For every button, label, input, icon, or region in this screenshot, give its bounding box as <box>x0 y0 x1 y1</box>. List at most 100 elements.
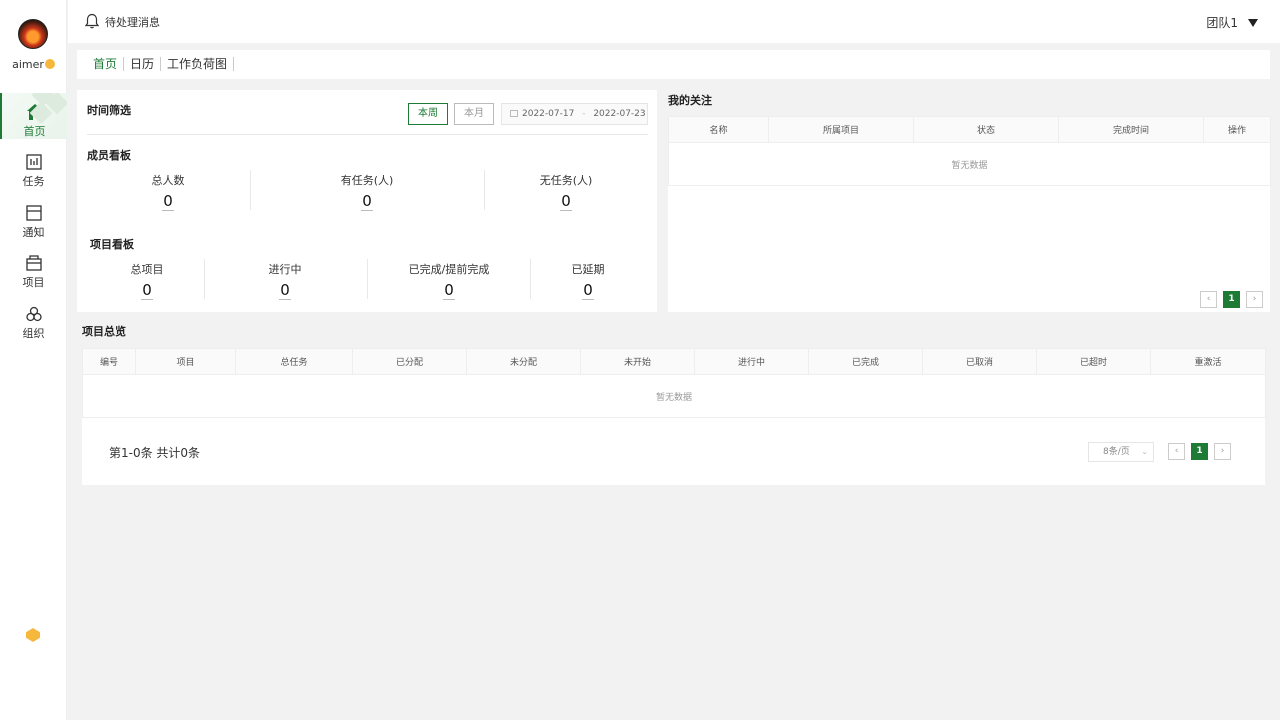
page-number-button[interactable]: 1 <box>1191 443 1208 460</box>
tab-home[interactable]: 首页 <box>87 57 125 71</box>
prev-page-button[interactable]: ‹ <box>1200 291 1217 308</box>
my-focus-table: 名称 所属项目 状态 完成时间 操作 暂无数据 <box>668 116 1271 186</box>
column-header: 操作 <box>1203 116 1271 143</box>
column-header: 未开始 <box>580 348 695 375</box>
date-range-picker[interactable]: 2022-07-17 - 2022-07-23 <box>501 103 648 125</box>
notification-icon <box>25 205 42 221</box>
date-start: 2022-07-17 <box>522 109 575 119</box>
time-filter-title: 时间筛选 <box>87 104 131 117</box>
divider <box>204 259 205 299</box>
username-text: aimer <box>12 58 44 71</box>
empty-state: 暂无数据 <box>668 142 1271 186</box>
sidebar: aimer 首页 任务 通知 项目 组织 <box>0 0 67 720</box>
my-focus-title: 我的关注 <box>668 94 712 107</box>
project-icon <box>25 255 42 271</box>
nav-decoration <box>27 93 67 123</box>
dashboard-panel: 时间筛选 本周 本月 2022-07-17 - 2022-07-23 成员看板 … <box>77 90 657 312</box>
stat-value[interactable]: 0 <box>162 192 174 211</box>
column-header: 名称 <box>668 116 769 143</box>
page-number-button[interactable]: 1 <box>1223 291 1240 308</box>
column-header: 总任务 <box>235 348 353 375</box>
avatar[interactable] <box>18 19 48 49</box>
stat-label: 已延期 <box>571 263 605 276</box>
stat-value[interactable]: 0 <box>361 192 373 211</box>
this-month-button[interactable]: 本月 <box>454 103 494 125</box>
divider <box>367 259 368 299</box>
divider <box>484 170 485 210</box>
team-name: 团队1 <box>1206 16 1238 30</box>
divider <box>530 259 531 299</box>
stat-label: 有任务(人) <box>340 174 394 187</box>
project-overview-panel: 编号 项目 总任务 已分配 未分配 未开始 进行中 已完成 已取消 已超时 重激… <box>82 348 1266 485</box>
chevron-down-icon: ⌄ <box>1141 447 1148 456</box>
column-header: 状态 <box>913 116 1059 143</box>
stat-in-progress: 进行中 0 <box>235 261 335 300</box>
project-board-title: 项目看板 <box>90 238 134 251</box>
top-bar: 待处理消息 团队1 <box>68 0 1280 43</box>
date-end: 2022-07-23 <box>593 109 646 119</box>
vip-badge-icon <box>44 59 55 69</box>
stat-label: 无任务(人) <box>539 174 593 187</box>
column-header: 未分配 <box>466 348 581 375</box>
caret-down-icon <box>1248 19 1258 27</box>
divider <box>87 134 648 135</box>
column-header: 进行中 <box>694 348 809 375</box>
premium-badge-icon[interactable] <box>26 628 40 642</box>
stat-value[interactable]: 0 <box>443 281 455 300</box>
column-header: 已取消 <box>922 348 1037 375</box>
stat-members-without-tasks: 无任务(人) 0 <box>516 172 616 211</box>
stat-label: 总项目 <box>130 263 164 276</box>
stat-value[interactable]: 0 <box>279 281 291 300</box>
page-tabs: 首页 日历 工作负荷图 <box>77 50 1270 79</box>
stat-label: 进行中 <box>268 263 302 276</box>
stat-delayed: 已延期 0 <box>538 261 638 300</box>
table-header-row: 编号 项目 总任务 已分配 未分配 未开始 进行中 已完成 已取消 已超时 重激… <box>82 348 1266 375</box>
pending-messages-link[interactable]: 待处理消息 <box>105 14 160 30</box>
divider <box>250 170 251 210</box>
nav-item-home[interactable]: 首页 <box>0 93 67 139</box>
stat-total-members: 总人数 0 <box>118 172 218 211</box>
column-header: 完成时间 <box>1058 116 1204 143</box>
stat-value[interactable]: 0 <box>582 281 594 300</box>
column-header: 项目 <box>135 348 236 375</box>
stat-label: 已完成/提前完成 <box>408 263 490 276</box>
stat-completed: 已完成/提前完成 0 <box>399 261 499 300</box>
tab-calendar[interactable]: 日历 <box>124 57 162 71</box>
nav-item-projects[interactable]: 项目 <box>0 251 67 297</box>
nav-label-tasks: 任务 <box>22 175 45 188</box>
pagination-total: 第1-0条 共计0条 <box>109 446 201 460</box>
column-header: 已完成 <box>808 348 923 375</box>
nav-label-organization: 组织 <box>22 327 45 340</box>
project-overview-title: 项目总览 <box>82 325 126 338</box>
next-page-button[interactable]: › <box>1214 443 1231 460</box>
team-selector[interactable]: 团队1 <box>1206 14 1258 31</box>
stat-members-with-tasks: 有任务(人) 0 <box>317 172 417 211</box>
column-header: 重激活 <box>1150 348 1266 375</box>
column-header: 已分配 <box>352 348 467 375</box>
column-header: 编号 <box>82 348 136 375</box>
organization-icon <box>25 306 42 322</box>
nav-item-tasks[interactable]: 任务 <box>0 150 67 196</box>
column-header: 已超时 <box>1036 348 1151 375</box>
task-icon <box>25 154 42 170</box>
stat-label: 总人数 <box>151 174 185 187</box>
nav-label-projects: 项目 <box>22 276 45 289</box>
username: aimer <box>0 58 67 71</box>
nav-label-notifications: 通知 <box>22 226 45 239</box>
bell-icon[interactable] <box>84 13 100 29</box>
table-header-row: 名称 所属项目 状态 完成时间 操作 <box>668 116 1271 143</box>
next-page-button[interactable]: › <box>1246 291 1263 308</box>
project-overview-table: 编号 项目 总任务 已分配 未分配 未开始 进行中 已完成 已取消 已超时 重激… <box>82 348 1266 418</box>
page-size-value: 8条/页 <box>1103 447 1130 457</box>
page-size-select[interactable]: 8条/页 ⌄ <box>1088 442 1154 462</box>
nav-label-home: 首页 <box>23 125 46 138</box>
my-focus-panel: 名称 所属项目 状态 完成时间 操作 暂无数据 ‹ 1 › <box>668 116 1271 312</box>
stat-total-projects: 总项目 0 <box>97 261 197 300</box>
prev-page-button[interactable]: ‹ <box>1168 443 1185 460</box>
nav-item-organization[interactable]: 组织 <box>0 302 67 348</box>
stat-value[interactable]: 0 <box>560 192 572 211</box>
stat-value[interactable]: 0 <box>141 281 153 300</box>
this-week-button[interactable]: 本周 <box>408 103 448 125</box>
nav-item-notifications[interactable]: 通知 <box>0 201 67 247</box>
tab-workload[interactable]: 工作负荷图 <box>161 57 235 71</box>
